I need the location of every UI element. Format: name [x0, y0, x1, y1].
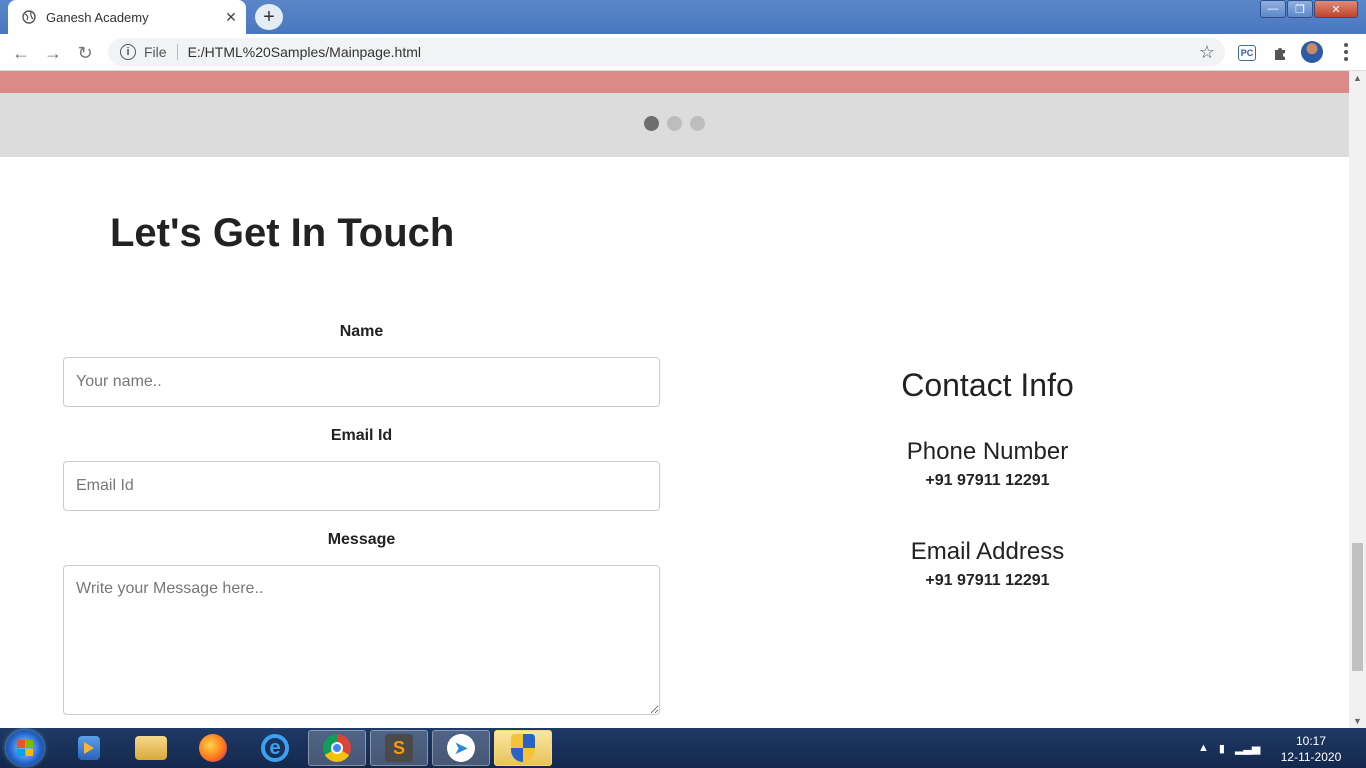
scroll-down-arrow-icon[interactable]: ▼ [1353, 716, 1362, 726]
firefox-taskbar-icon[interactable] [184, 730, 242, 766]
clock-time: 10:17 [1295, 734, 1327, 748]
extensions-puzzle-icon[interactable] [1270, 43, 1290, 63]
taskbar-clock[interactable]: 10:17 12-11-2020 [1276, 733, 1346, 765]
contact-info-block: Contact Info [760, 367, 1215, 404]
carousel-dot-2[interactable] [667, 116, 682, 131]
windows-logo-icon [17, 740, 33, 756]
profile-avatar[interactable] [1301, 41, 1323, 63]
name-input[interactable] [63, 357, 660, 407]
clock-date: 12-11-2020 [1280, 750, 1342, 764]
carousel-dot-3[interactable] [690, 116, 705, 131]
address-bar[interactable]: i File E:/HTML%20Samples/Mainpage.html ☆ [108, 38, 1225, 66]
email-block: Email Address +91 97911 12291 [760, 538, 1215, 590]
scrollbar-thumb[interactable] [1352, 543, 1363, 671]
close-window-button[interactable]: ✕ [1314, 0, 1358, 18]
tab-title: Ganesh Academy [46, 9, 149, 25]
phone-heading: Phone Number [906, 438, 1069, 465]
phone-block: Phone Number +91 97911 12291 [760, 438, 1215, 490]
url-text[interactable]: E:/HTML%20Samples/Mainpage.html [188, 44, 421, 60]
scroll-up-arrow-icon[interactable]: ▲ [1353, 73, 1362, 83]
signal-bars-icon[interactable]: ▂▃▅ [1235, 742, 1260, 755]
message-textarea[interactable] [63, 565, 660, 715]
email-value: +91 97911 12291 [925, 572, 1050, 589]
minimize-button[interactable]: — [1260, 0, 1286, 18]
browser-tab[interactable]: Ganesh Academy ✕ [8, 0, 246, 34]
start-button[interactable] [6, 730, 44, 766]
page-viewport: Let's Get In Touch Name Email Id Message… [0, 71, 1349, 728]
reload-icon[interactable]: ↻ [72, 40, 98, 66]
media-player-taskbar-icon[interactable] [60, 730, 118, 766]
chrome-taskbar-icon[interactable] [308, 730, 366, 766]
carousel-indicator-strip [0, 93, 1349, 157]
paper-plane-taskbar-icon[interactable]: ➤ [432, 730, 490, 766]
browser-tab-strip: Ganesh Academy ✕ + — ❐ ✕ [0, 0, 1366, 34]
tray-expand-icon[interactable]: ▲ [1198, 742, 1209, 754]
security-shield-taskbar-icon[interactable] [494, 730, 552, 766]
file-explorer-taskbar-icon[interactable] [122, 730, 180, 766]
carousel-dots [644, 116, 705, 131]
maximize-button[interactable]: ❐ [1287, 0, 1313, 18]
back-arrow-icon[interactable]: ← [8, 40, 34, 66]
email-label: Email Id [330, 427, 393, 444]
pc-extension-icon[interactable]: PC [1238, 45, 1256, 61]
internet-explorer-taskbar-icon[interactable]: e [246, 730, 304, 766]
system-tray: ▲ ▮ ▂▃▅ [1198, 728, 1260, 768]
contact-info-title: Contact Info [901, 367, 1074, 403]
new-tab-button[interactable]: + [255, 4, 283, 30]
globe-icon [22, 10, 36, 24]
page-scrollbar[interactable]: ▲ ▼ [1349, 71, 1366, 728]
info-icon[interactable]: i [120, 44, 136, 60]
carousel-dot-1[interactable] [644, 116, 659, 131]
name-label: Name [339, 323, 384, 340]
bookmark-star-icon[interactable]: ☆ [1199, 42, 1215, 63]
email-heading: Email Address [910, 538, 1065, 565]
email-input[interactable] [63, 461, 660, 511]
windows-taskbar: e S ➤ ▲ ▮ ▂▃▅ 10:17 12-11-2020 [0, 728, 1366, 768]
kebab-menu-icon[interactable] [1336, 42, 1356, 62]
slide-bottom-band [0, 71, 1349, 93]
window-controls: — ❐ ✕ [1259, 0, 1358, 18]
message-label: Message [327, 531, 396, 548]
browser-toolbar: ← → ↻ i File E:/HTML%20Samples/Mainpage.… [0, 34, 1366, 71]
forward-arrow-icon[interactable]: → [40, 40, 66, 66]
section-heading: Let's Get In Touch [110, 211, 455, 255]
tab-close-icon[interactable]: ✕ [216, 0, 246, 34]
address-separator [176, 44, 178, 60]
scheme-label: File [144, 44, 167, 60]
phone-value: +91 97911 12291 [925, 472, 1050, 489]
sublime-text-taskbar-icon[interactable]: S [370, 730, 428, 766]
battery-icon[interactable]: ▮ [1219, 742, 1225, 755]
